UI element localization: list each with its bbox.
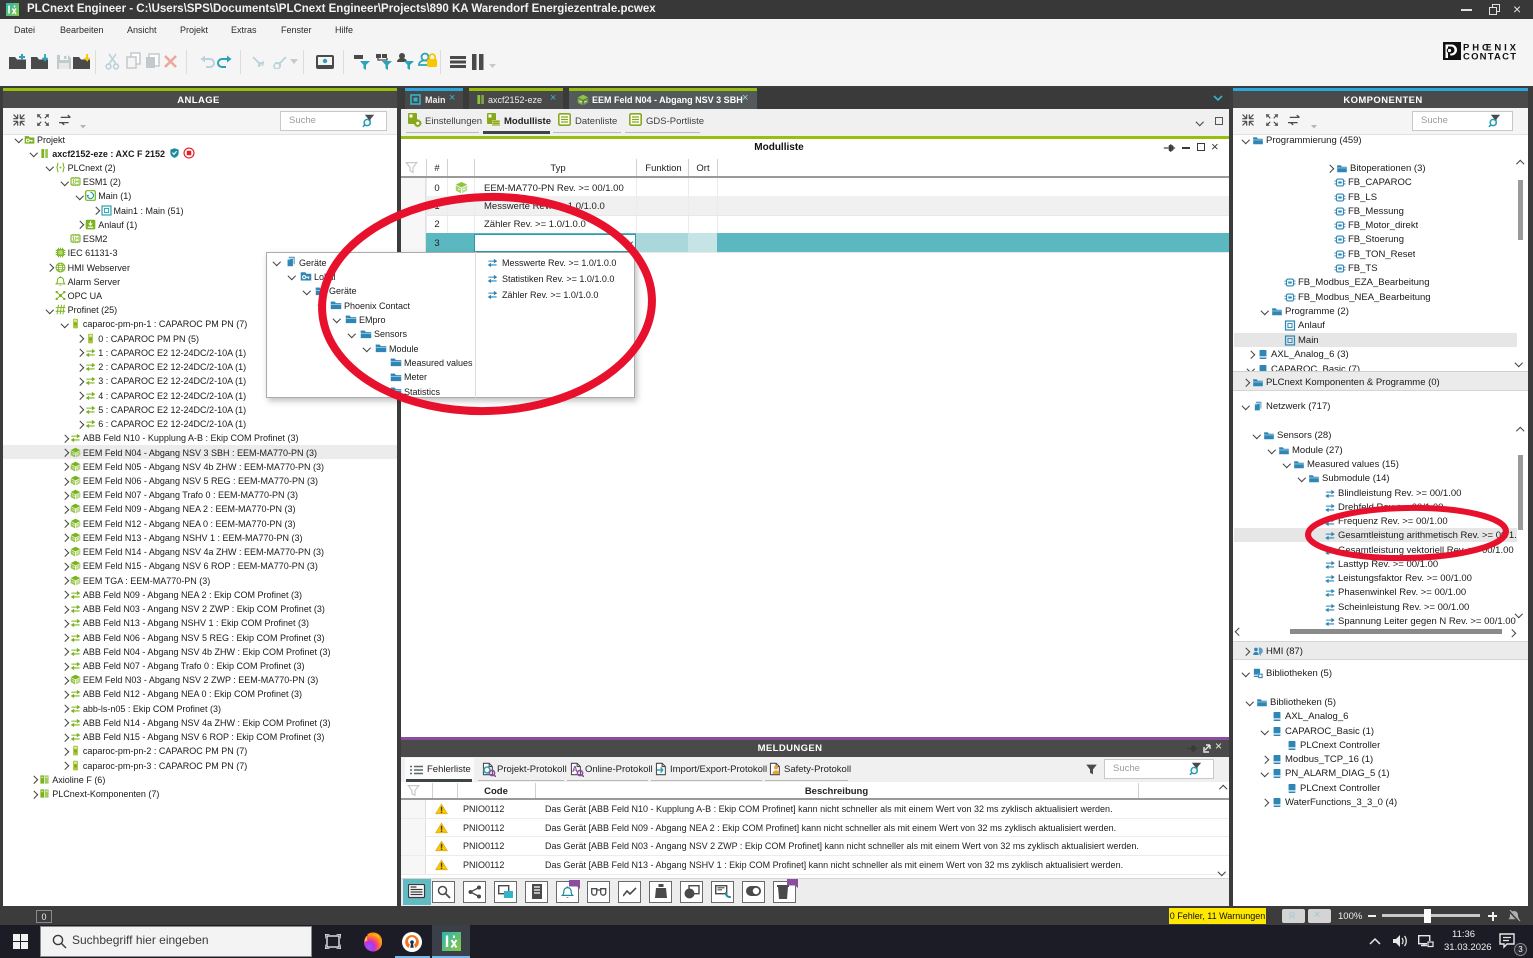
svg-text:CONTACT: CONTACT <box>1463 52 1516 62</box>
